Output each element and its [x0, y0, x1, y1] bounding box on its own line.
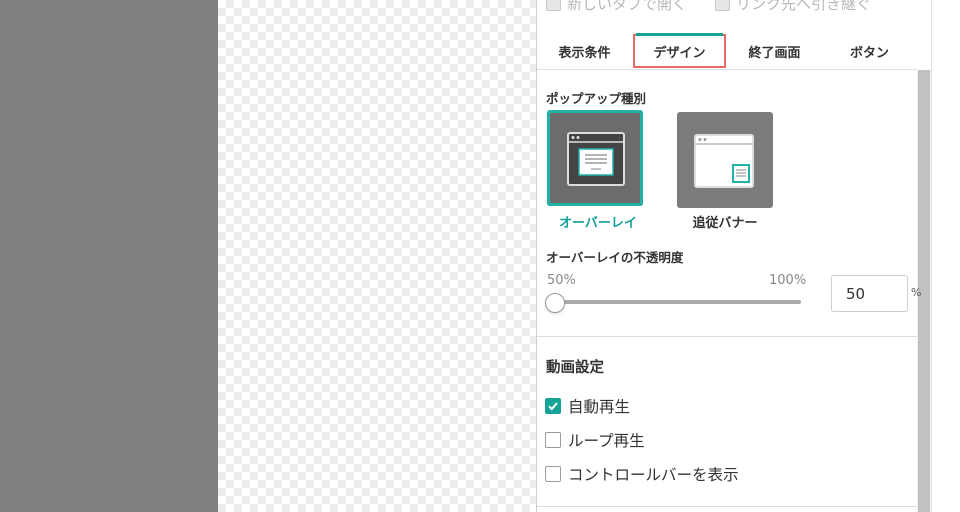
open-new-tab-checkbox[interactable] — [546, 0, 561, 11]
popup-option-overlay[interactable] — [547, 110, 643, 206]
open-new-tab-option[interactable]: 新しいタブで開く — [546, 0, 687, 14]
popup-option-follow-banner[interactable] — [677, 112, 773, 208]
opacity-value-input[interactable] — [831, 275, 908, 312]
link-options-row: 新しいタブで開く リンク先へ引き継ぐ — [546, 0, 891, 14]
pass-to-link-option[interactable]: リンク先へ引き継ぐ — [715, 0, 871, 14]
popup-type-title: ポップアップ種別 — [546, 91, 647, 106]
opacity-slider-track[interactable] — [555, 300, 801, 304]
opacity-slider-handle[interactable] — [545, 293, 565, 313]
bottom-divider — [537, 506, 917, 507]
tab-end-screen[interactable]: 終了画面 — [727, 33, 822, 69]
open-new-tab-label: 新しいタブで開く — [567, 0, 688, 13]
video-settings-title: 動画設定 — [546, 360, 604, 376]
show-controls-option[interactable]: コントロールバーを表示 — [545, 463, 739, 485]
pass-to-link-label: リンク先へ引き継ぐ — [736, 0, 872, 13]
autoplay-option[interactable]: 自動再生 — [545, 395, 630, 417]
pass-to-link-checkbox[interactable] — [715, 0, 731, 11]
follow-banner-icon — [694, 134, 754, 188]
popup-option-follow-banner-label: 追従バナー — [692, 216, 758, 231]
panel-right-edge — [931, 0, 960, 512]
show-controls-label: コントロールバーを表示 — [568, 466, 739, 484]
opacity-max-label: 100% — [769, 273, 807, 288]
checkmark-icon — [548, 402, 558, 411]
popup-option-overlay-label: オーバーレイ — [559, 216, 637, 231]
show-controls-checkbox[interactable] — [545, 466, 561, 482]
settings-tabs: 表示条件 デザイン 終了画面 ボタン — [537, 33, 917, 70]
preview-canvas — [218, 0, 536, 512]
loop-option[interactable]: ループ再生 — [545, 429, 645, 451]
overlay-icon — [567, 132, 625, 186]
opacity-unit-label: % — [911, 286, 922, 299]
section-divider — [537, 336, 917, 337]
editor-background — [0, 0, 218, 512]
autoplay-checkbox[interactable] — [545, 398, 561, 414]
loop-checkbox[interactable] — [545, 432, 561, 448]
tab-button[interactable]: ボタン — [822, 33, 917, 69]
autoplay-label: 自動再生 — [568, 398, 631, 416]
opacity-title: オーバーレイの不透明度 — [546, 250, 684, 265]
loop-label: ループ再生 — [568, 432, 645, 450]
opacity-min-label: 50% — [547, 273, 576, 288]
tab-display-conditions[interactable]: 表示条件 — [537, 33, 632, 69]
tab-design[interactable]: デザイン — [632, 33, 727, 69]
